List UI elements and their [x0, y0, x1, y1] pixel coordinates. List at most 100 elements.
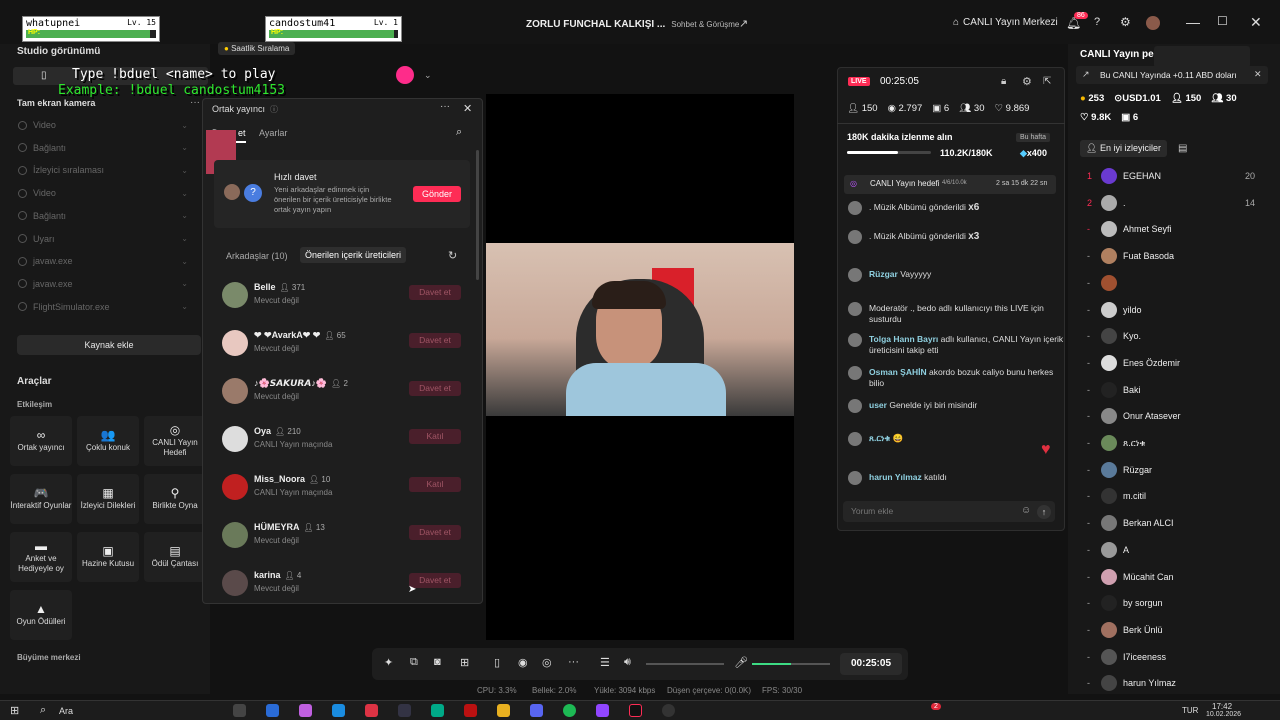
invite-button[interactable]: Katıl — [409, 429, 461, 444]
table-row[interactable]: -A — [1083, 541, 1263, 561]
app-icon[interactable] — [266, 704, 279, 717]
invite-button[interactable]: Davet et — [409, 381, 461, 396]
camera-icon[interactable]: ◙ — [434, 656, 441, 668]
panel-close-icon[interactable]: ✕ — [463, 102, 472, 115]
table-row[interactable]: - harun Yılmaz — [1083, 674, 1263, 694]
mic-icon[interactable]: 🎤︎ — [734, 656, 748, 669]
clock[interactable]: 17:42 — [1212, 702, 1232, 711]
maximize-button[interactable]: ☐ — [1217, 14, 1228, 28]
task-view-icon[interactable] — [233, 704, 246, 717]
live-center-button[interactable]: ⌂ CANLI Yayın Merkezi — [953, 17, 1058, 28]
table-row[interactable]: - Berkan ALCI — [1083, 514, 1263, 534]
source-item[interactable]: Bağlantı ⌄ — [18, 139, 188, 157]
hourly-rank-button[interactable]: ● Saatlik Sıralama — [218, 42, 296, 55]
table-row[interactable]: - — [1083, 274, 1263, 294]
chevron-down-icon[interactable]: ⌄ — [181, 211, 188, 220]
send-button[interactable]: Gönder — [413, 186, 461, 202]
comment-field[interactable]: Yorum ekle ☺ ↑ — [843, 501, 1055, 522]
table-row[interactable]: - Berk Ünlü — [1083, 621, 1263, 641]
spotify-icon[interactable] — [563, 704, 576, 717]
source-item[interactable]: Uyarı ⌄ — [18, 230, 188, 248]
list-icon[interactable]: ▤ — [1178, 143, 1187, 154]
tool-button[interactable]: ◎ CANLI Yayın Hedefi — [144, 416, 206, 466]
lock-icon[interactable]: 🔒︎ — [1001, 76, 1006, 87]
top-viewers-tab[interactable]: 👤︎ En iyi izleyiciler — [1080, 140, 1167, 157]
tool-button[interactable]: ▬ Anket ve Hediyeyle oy — [10, 532, 72, 582]
gear-icon[interactable]: ⚙ — [1022, 75, 1032, 88]
tiktok-icon[interactable] — [629, 704, 642, 717]
app-icon[interactable] — [299, 704, 312, 717]
chevron-down-icon[interactable]: ⌄ — [181, 166, 188, 175]
invite-button[interactable]: Davet et — [409, 285, 461, 300]
chevron-down-icon[interactable]: ⌄ — [181, 302, 188, 311]
close-button[interactable]: ✕ — [1250, 14, 1262, 31]
table-row[interactable]: - Fuat Basoda — [1083, 247, 1263, 267]
date[interactable]: 10.02.2026 — [1206, 711, 1241, 718]
tool-button[interactable]: ▦ İzleyici Dilekleri — [77, 474, 139, 524]
volume-slider[interactable] — [646, 663, 724, 665]
language-indicator[interactable]: TUR — [1182, 706, 1198, 715]
tool-button[interactable]: ⚲ Birlikte Oyna — [144, 474, 206, 524]
chevron-down-icon[interactable]: ⌄ — [181, 257, 188, 266]
chevron-down-icon[interactable]: ⌄ — [181, 121, 188, 130]
table-row[interactable]: - m.citil — [1083, 487, 1263, 507]
emoji-icon[interactable]: ☺ — [1021, 505, 1031, 516]
app-icon[interactable] — [398, 704, 411, 717]
chevron-down-icon[interactable]: ⌄ — [181, 189, 188, 198]
table-row[interactable]: - Ahmet Seyfi — [1083, 220, 1263, 240]
app-icon[interactable] — [464, 704, 477, 717]
taskbar-search[interactable]: Ara — [59, 706, 73, 716]
chevron-down-icon[interactable]: ⌄ — [181, 279, 188, 288]
invite-button[interactable]: Katıl — [409, 477, 461, 492]
screenshot-icon[interactable]: ⧉ — [410, 656, 418, 669]
table-row[interactable]: - Enes Özdemir — [1083, 354, 1263, 374]
chevron-down-icon[interactable]: ⌄ — [181, 234, 188, 243]
tab-settings[interactable]: Ayarlar — [259, 128, 287, 138]
windows-icon[interactable]: ⊞ — [10, 704, 19, 717]
table-row[interactable]: - by sorgun — [1083, 594, 1263, 614]
help-icon[interactable]: ? — [1094, 16, 1100, 28]
tab-suggested[interactable]: Önerilen içerik üreticileri — [300, 247, 407, 263]
source-item[interactable]: javaw.exe ⌄ — [18, 275, 188, 293]
source-item[interactable]: İzleyici sıralaması ⌄ — [18, 161, 188, 179]
add-media-icon[interactable]: ⊞ — [460, 656, 469, 669]
mic-slider[interactable] — [752, 663, 830, 665]
search-icon[interactable]: ⌕ — [456, 126, 462, 139]
app-icon[interactable] — [662, 704, 675, 717]
avatar[interactable] — [1146, 16, 1160, 30]
source-item[interactable]: Video ⌄ — [18, 184, 188, 202]
info-icon[interactable]: ⓘ — [270, 104, 278, 115]
tool-button[interactable]: ▣ Hazine Kutusu — [77, 532, 139, 582]
table-row[interactable]: - Kyo. — [1083, 327, 1263, 347]
tool-button[interactable]: ∞ Ortak yayıncı — [10, 416, 72, 466]
invite-button[interactable]: Davet et — [409, 573, 461, 588]
tool-button[interactable]: ▤ Ödül Çantası — [144, 532, 206, 582]
browser-icon[interactable] — [431, 704, 444, 717]
source-item[interactable]: Video ⌄ — [18, 116, 188, 134]
source-item[interactable]: FlightSimulator.exe ⌄ — [18, 298, 188, 316]
table-row[interactable]: - ጸ.ርነቁ — [1083, 434, 1263, 454]
minimize-button[interactable]: — — [1186, 14, 1200, 30]
invite-button[interactable]: Davet et — [409, 333, 461, 348]
effects-icon[interactable]: ✦ — [384, 656, 393, 669]
folder-icon[interactable] — [497, 704, 510, 717]
live-goal-banner[interactable]: ◎ CANLI Yayın hedefi 4/6/10.0k 2 sa 15 d… — [844, 175, 1056, 194]
share-icon[interactable]: ↗ — [739, 17, 748, 30]
gift-icon[interactable] — [396, 66, 414, 84]
more-icon[interactable]: ··· — [568, 656, 579, 668]
popout-icon[interactable]: ⇱ — [1043, 76, 1051, 87]
phone-icon[interactable]: ▯ — [494, 656, 500, 669]
search-icon[interactable]: ⌕ — [40, 704, 46, 717]
source-item[interactable]: Bağlantı ⌄ — [18, 207, 188, 225]
volume-icon[interactable]: 🔊︎ — [624, 656, 631, 669]
app-icon[interactable] — [332, 704, 345, 717]
scrollbar[interactable] — [476, 150, 479, 280]
table-row[interactable]: 2. 14 — [1083, 194, 1263, 214]
app-icon[interactable] — [365, 704, 378, 717]
refresh-icon[interactable]: ↻ — [448, 249, 457, 262]
tab-friends[interactable]: Arkadaşlar (10) — [226, 251, 288, 261]
gear-icon[interactable]: ⚙ — [1120, 15, 1131, 29]
table-row[interactable]: - Mücahit Can — [1083, 568, 1263, 588]
invite-button[interactable]: Davet et — [409, 525, 461, 540]
close-icon[interactable]: ✕ — [1254, 69, 1262, 80]
